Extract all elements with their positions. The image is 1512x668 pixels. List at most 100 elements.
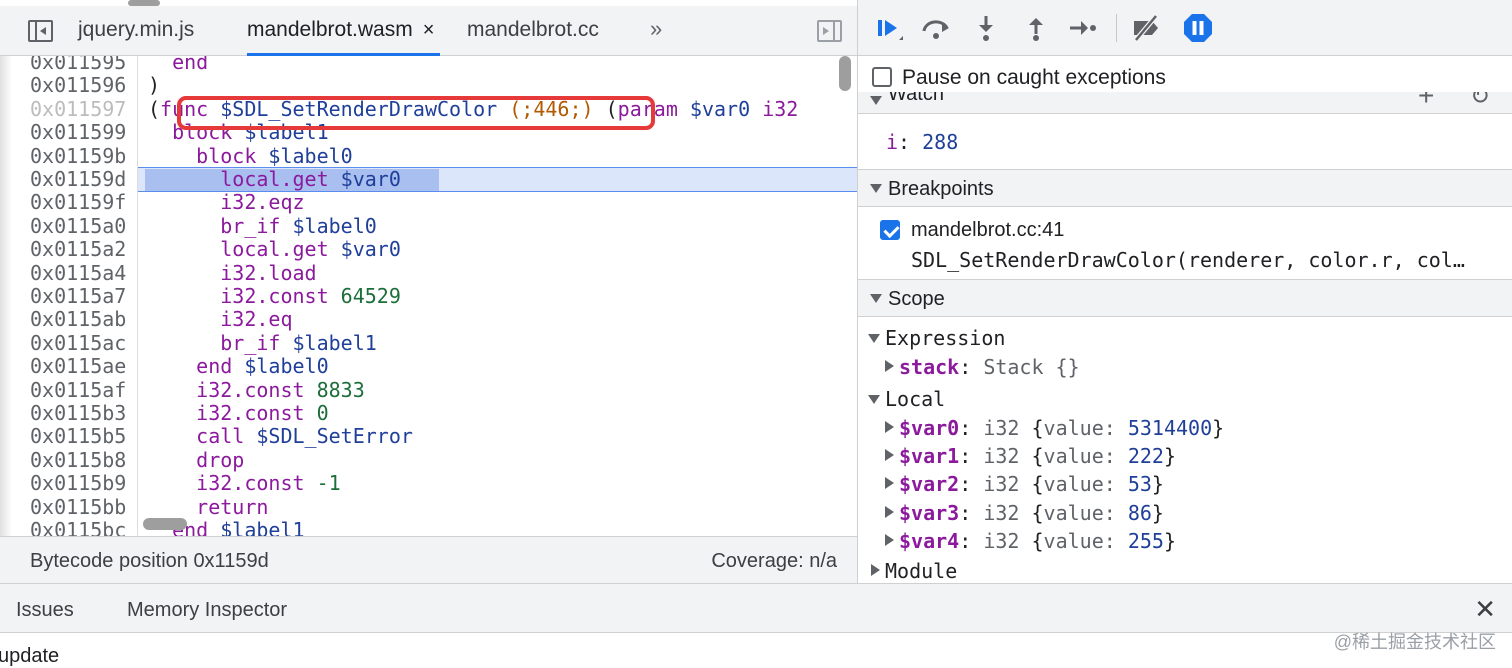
scope-expression-label[interactable]: Expression [885, 326, 1005, 350]
line-address: 0x011597 [30, 96, 127, 121]
local-var-row[interactable]: $var2: i32 {value: 53} [899, 472, 1164, 496]
step-icon[interactable] [1064, 10, 1100, 46]
local-var-row[interactable]: $var0: i32 {value: 5314400} [899, 416, 1224, 440]
console-area: update [0, 633, 1512, 668]
line-address: 0x01159b [30, 143, 127, 168]
code-line[interactable]: 0x0115b3 i32.const 0 [0, 401, 857, 425]
bottom-drawer: Issues Memory Inspector ✕ [0, 583, 1512, 633]
code-line[interactable]: 0x01159b block $label0 [0, 143, 857, 168]
tab-memory-inspector[interactable]: Memory Inspector [127, 599, 287, 622]
toggle-navigator-icon[interactable] [28, 20, 53, 42]
func-annotation-box [177, 96, 655, 130]
close-tab-icon[interactable]: × [423, 19, 435, 42]
expand-module-icon[interactable] [871, 564, 880, 576]
line-address: 0x011595 [30, 56, 127, 74]
line-address: 0x0115b3 [30, 401, 127, 425]
editor-left-shadow [0, 56, 12, 536]
code-line[interactable]: 0x01159f i32.eqz [0, 190, 857, 215]
collapse-triangle-icon [870, 96, 882, 105]
line-address: 0x0115a0 [30, 213, 127, 238]
watch-expression-row[interactable]: i: 288 [886, 130, 958, 154]
coverage-status[interactable]: Coverage: n/a [711, 550, 837, 573]
add-watch-icon[interactable]: + [1418, 92, 1434, 112]
line-address: 0x011596 [30, 73, 127, 98]
close-drawer-icon[interactable]: ✕ [1474, 594, 1496, 625]
watermark: @稀土掘金技术社区 [1333, 632, 1496, 652]
line-address: 0x01159d [30, 167, 127, 191]
scope-stack-row[interactable]: stack: Stack {} [899, 355, 1080, 379]
code-line[interactable]: 0x0115ae end $label0 [0, 354, 857, 379]
scope-title: Scope [888, 288, 945, 310]
step-over-icon[interactable] [918, 10, 954, 46]
code-line[interactable]: 0x0115a4 i32.load [0, 260, 857, 285]
code-line[interactable]: 0x011596) [0, 73, 857, 98]
local-var-row[interactable]: $var1: i32 {value: 222} [899, 444, 1176, 468]
scope-local-label[interactable]: Local [885, 387, 945, 411]
pause-on-caught-checkbox[interactable] [872, 67, 892, 87]
code-line[interactable]: 0x0115a2 local.get $var0 [0, 237, 857, 261]
code-text: i32.const 8833 [148, 377, 365, 402]
code-text: end $label0 [148, 354, 329, 379]
line-address: 0x0115b5 [30, 424, 127, 449]
line-address: 0x011599 [30, 120, 127, 145]
line-address: 0x0115ac [30, 330, 127, 355]
code-line-current[interactable]: 0x01159d local.get $var0 [0, 167, 857, 191]
code-line[interactable]: 0x0115a0 br_if $label0 [0, 213, 857, 238]
code-line[interactable]: 0x0115b9 i32.const -1 [0, 471, 857, 496]
tab-mandelbrot-cc[interactable]: mandelbrot.cc [467, 18, 599, 56]
expand-var-icon[interactable] [885, 449, 894, 461]
deactivate-breakpoints-icon[interactable] [1128, 10, 1164, 46]
code-line[interactable]: 0x0115ab i32.eq [0, 307, 857, 332]
top-scroll-track [0, 0, 857, 6]
expand-var-icon[interactable] [885, 534, 894, 546]
tab-label: mandelbrot.wasm [247, 18, 413, 41]
code-line[interactable]: 0x0115bb return [0, 495, 857, 519]
expand-expression-icon[interactable] [868, 334, 880, 343]
top-scroll-thumb[interactable] [128, 0, 160, 6]
more-tabs-icon[interactable]: » [650, 16, 662, 42]
bytecode-position: Bytecode position 0x1159d [30, 550, 269, 572]
code-line[interactable]: 0x0115b8 drop [0, 447, 857, 472]
code-text: drop [148, 447, 245, 472]
line-address: 0x0115bc [30, 518, 127, 536]
scope-section-header[interactable]: Scope [858, 279, 1512, 317]
code-line[interactable]: 0x0115af i32.const 8833 [0, 377, 857, 402]
scope-module-label[interactable]: Module [885, 559, 957, 583]
code-line[interactable]: 0x0115bc end $label1 [0, 518, 857, 536]
step-out-icon[interactable] [1018, 10, 1054, 46]
horizontal-scrollbar-thumb[interactable] [143, 518, 187, 530]
refresh-watch-icon[interactable]: ↻ [1470, 92, 1490, 111]
code-text: block $label0 [148, 143, 353, 168]
toggle-debugger-icon[interactable] [817, 20, 842, 42]
code-text: end [148, 56, 209, 74]
code-editor[interactable]: 0x011595 end 0x011596) 0x011597 (func $SD… [0, 56, 857, 536]
code-line[interactable]: 0x0115a7 i32.const 64529 [0, 284, 857, 308]
code-line[interactable]: 0x0115ac br_if $label1 [0, 330, 857, 355]
expand-var-icon[interactable] [885, 506, 894, 518]
expand-var-icon[interactable] [885, 421, 894, 433]
code-text: i32.const 64529 [148, 284, 401, 308]
vertical-scrollbar-thumb[interactable] [839, 56, 851, 91]
code-text: i32.load [148, 260, 317, 285]
watch-section-header[interactable]: Watch + ↻ [858, 92, 1512, 114]
editor-status-bar: Bytecode position 0x1159d Coverage: n/a [0, 536, 857, 583]
tab-jquery[interactable]: jquery.min.js [78, 18, 194, 56]
pause-on-exceptions-icon[interactable] [1180, 10, 1216, 46]
step-into-icon[interactable] [968, 10, 1004, 46]
line-address: 0x01159f [30, 190, 127, 215]
code-line[interactable]: 0x0115b5 call $SDL_SetError [0, 424, 857, 449]
line-address: 0x0115b9 [30, 471, 127, 496]
breakpoints-section-header[interactable]: Breakpoints [858, 169, 1512, 207]
tab-issues[interactable]: Issues [16, 599, 74, 622]
code-line[interactable]: 0x011595 end [0, 56, 857, 74]
local-var-row[interactable]: $var3: i32 {value: 86} [899, 501, 1164, 525]
expand-local-icon[interactable] [868, 395, 880, 404]
local-var-row[interactable]: $var4: i32 {value: 255} [899, 529, 1176, 553]
breakpoint-checkbox[interactable] [880, 220, 900, 240]
code-text: i32.eq [148, 307, 293, 332]
expand-var-icon[interactable] [885, 477, 894, 489]
tab-mandelbrot-wasm[interactable]: mandelbrot.wasm × [247, 18, 441, 56]
resume-icon[interactable] [872, 10, 908, 46]
editor-pane: jquery.min.js mandelbrot.wasm × mandelbro… [0, 0, 857, 583]
expand-stack-icon[interactable] [885, 360, 894, 372]
